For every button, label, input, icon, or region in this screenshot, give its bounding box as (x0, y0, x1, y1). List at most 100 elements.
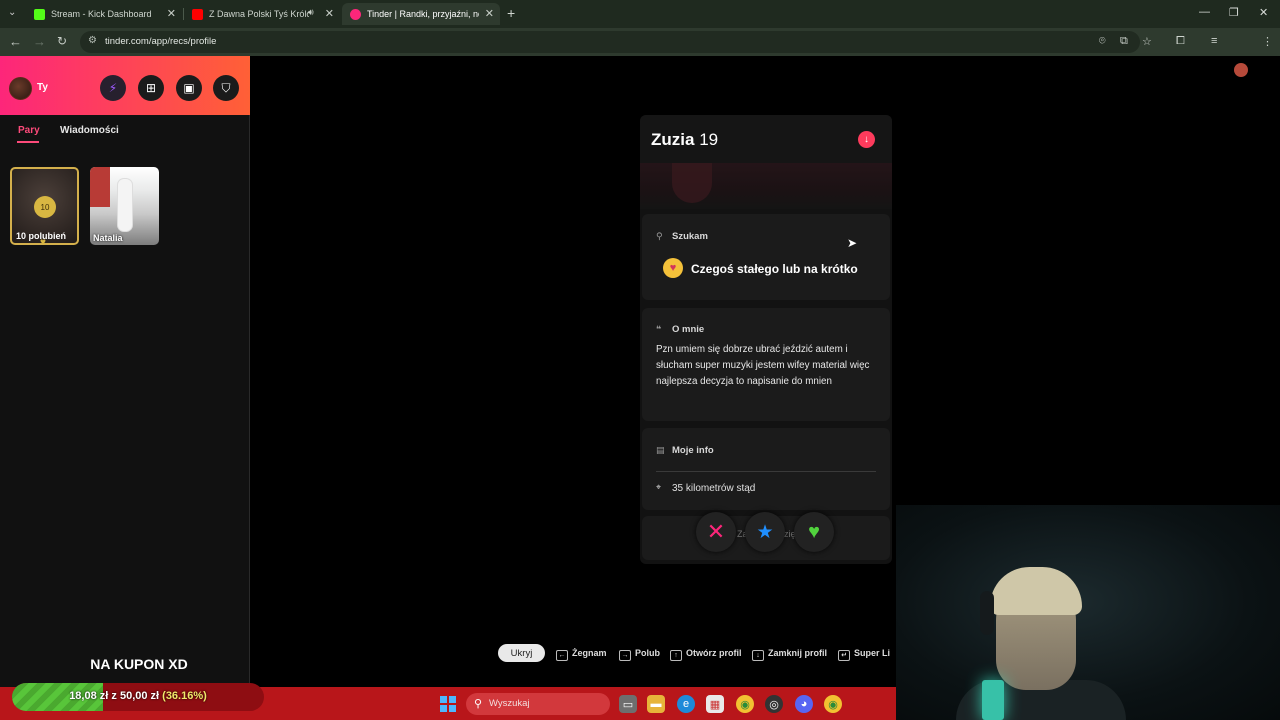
taskbar-search-input[interactable]: ⚲ Wyszukaj (466, 693, 610, 715)
photo-background (90, 167, 110, 207)
briefcase-button[interactable]: ▣ (176, 75, 202, 101)
task-view-icon[interactable]: ▭ (619, 695, 637, 713)
my-info-title: Moje info (672, 445, 714, 456)
back-icon[interactable]: ← (9, 34, 22, 49)
windows-start-icon[interactable] (440, 696, 456, 712)
boost-button[interactable]: ⚡︎ (100, 75, 126, 101)
address-toolbar: ← → ↻ ⚙︎ tinder.com/app/recs/profile ⌾ ⧉… (0, 28, 1280, 77)
collapse-profile-button[interactable]: ↓ (858, 131, 875, 148)
speaker-icon[interactable]: 🔊︎ (308, 7, 314, 18)
avatar[interactable] (9, 77, 32, 100)
mouse-cursor-icon: ➤ (847, 236, 858, 250)
matches-sidebar: Ty ⚡︎ ⊞ ▣ ⛉ Pary Wiadomości 10 10 polubi… (0, 56, 250, 687)
forward-icon[interactable]: → (33, 34, 46, 49)
location-icon[interactable]: ⌾ (1099, 35, 1106, 48)
tab-kick-dashboard[interactable]: Stream - Kick Dashboard ✕ (26, 3, 182, 25)
tab-messages[interactable]: Wiadomości (60, 125, 119, 136)
likes-count-badge: 10 (34, 196, 56, 218)
about-title: O mnie (672, 324, 705, 335)
tab-tinder[interactable]: Tinder | Randki, przyjaźni, nowe ✕ (342, 3, 500, 25)
close-icon[interactable]: ✕ (485, 7, 494, 20)
donation-goal: 50,00 zł (119, 690, 160, 702)
lightning-icon: ⚡︎ (108, 81, 118, 95)
shortcut-open-profile: ↑ Otwórz profil (670, 648, 742, 661)
photo-figure (118, 179, 132, 231)
close-icon[interactable]: ✕ (167, 7, 176, 20)
file-explorer-icon[interactable]: ▬ (647, 695, 665, 713)
profile-name-age: Zuzia 19 (651, 130, 718, 150)
star-icon: ★ (756, 521, 774, 543)
search-placeholder: Wyszukaj (489, 698, 530, 709)
webcam-person-hair (990, 567, 1082, 615)
browser-tab-bar: ⌄ Stream - Kick Dashboard ✕ Z Dawna Pols… (0, 0, 1280, 28)
profile-card: Zuzia 19 ↓ ⚲ Szukam ♥ Czegoś stałego lub… (640, 115, 892, 564)
headset-icon (980, 591, 994, 635)
shortcut-label: Zamknij profil (768, 648, 828, 658)
url-field[interactable]: ⚙︎ tinder.com/app/recs/profile (80, 31, 1140, 53)
photo-detail (672, 163, 712, 203)
reload-icon[interactable]: ↻ (57, 34, 67, 48)
edge-icon[interactable]: e (677, 695, 695, 713)
tab-youtube[interactable]: Z Dawna Polski Tyś Królową 🔊︎ ✕ (184, 3, 340, 25)
looking-for-title: Szukam (672, 231, 708, 242)
window-close-icon[interactable]: ✕ (1259, 6, 1268, 19)
nope-button[interactable]: ✕ (696, 512, 736, 552)
minimize-icon[interactable]: — (1199, 6, 1210, 18)
about-section: ❝ O mnie Pzn umiem się dobrze ubrać jeźd… (642, 308, 890, 421)
arrow-up-key-icon: ↑ (670, 650, 682, 661)
shortcut-label: Otwórz profil (686, 648, 742, 658)
heart-icon: ♥ (808, 520, 820, 543)
info-card-icon: ▤ (656, 445, 665, 455)
looking-for-section: ⚲ Szukam ♥ Czegoś stałego lub na krótko (642, 214, 890, 300)
shortcut-label: Super Li (854, 648, 891, 658)
looking-for-value: Czegoś stałego lub na krótko (691, 262, 858, 276)
super-like-button[interactable]: ★ (745, 512, 785, 552)
shortcut-label: Żegnam (572, 648, 607, 658)
menu-dots-icon[interactable]: ⋮ (1262, 35, 1273, 48)
hide-shortcuts-button[interactable]: Ukryj (498, 644, 545, 662)
profile-photo-strip[interactable] (640, 163, 892, 209)
quote-icon: ❝ (656, 324, 662, 334)
youtube-icon (192, 8, 203, 20)
site-info-icon[interactable]: ⚙︎ (88, 35, 97, 46)
restore-icon[interactable]: ❐ (1229, 6, 1239, 19)
tab-matches[interactable]: Pary (18, 125, 40, 136)
profile-name: Zuzia (651, 130, 695, 149)
shortcut-super-like: ↵ Super Li (838, 648, 890, 661)
about-text: Pzn umiem się dobrze ubrać jeździć autem… (656, 344, 870, 387)
new-tab-icon[interactable]: + (507, 5, 515, 21)
my-info-section: ▤ Moje info ⌖ 35 kilometrów stąd (642, 428, 890, 510)
chrome-icon[interactable]: ◉ (736, 695, 754, 713)
my-profile-label[interactable]: Ty (37, 82, 48, 93)
explore-button[interactable]: ⊞ (138, 75, 164, 101)
donation-separator: z (111, 690, 117, 702)
shortcut-label: Polub (635, 648, 660, 658)
obs-icon[interactable]: ◎ (765, 695, 783, 713)
like-button[interactable]: ♥ (794, 512, 834, 552)
store-icon[interactable]: ▦ (706, 695, 724, 713)
profile-avatar[interactable] (1234, 63, 1248, 77)
safety-button[interactable]: ⛉ (213, 75, 239, 101)
tab-list-icon[interactable]: ⌄ (8, 7, 16, 18)
search-icon: ⚲ (474, 698, 483, 710)
sidebar-header: Ty ⚡︎ ⊞ ▣ ⛉ (0, 56, 250, 115)
extensions-icon[interactable]: ⧠ (1176, 35, 1185, 48)
media-controls-icon[interactable]: ≡ (1211, 35, 1217, 47)
discord-icon[interactable]: ◕ (795, 695, 813, 713)
divider (656, 471, 876, 472)
match-card-natalia[interactable]: Natalia (90, 167, 159, 245)
match-name: Natalia (93, 233, 123, 243)
chrome-profile-icon[interactable]: ◉ (824, 695, 842, 713)
tab-title: Z Dawna Polski Tyś Królową (209, 9, 309, 19)
arrow-down-icon: ↓ (864, 134, 869, 145)
distance-text: 35 kilometrów stąd (672, 483, 756, 494)
shortcut-like: → Polub (619, 648, 660, 661)
shield-icon: ⛉ (221, 80, 231, 95)
heart-icon: ♥ (40, 237, 46, 248)
arrow-left-key-icon: ← (556, 650, 568, 661)
install-icon[interactable]: ⧉ (1120, 35, 1128, 48)
close-icon[interactable]: ✕ (325, 7, 334, 20)
location-pin-icon: ⌖ (656, 482, 662, 492)
bookmark-star-icon[interactable]: ☆ (1142, 35, 1152, 48)
likes-card[interactable]: 10 10 polubień (10, 167, 79, 245)
